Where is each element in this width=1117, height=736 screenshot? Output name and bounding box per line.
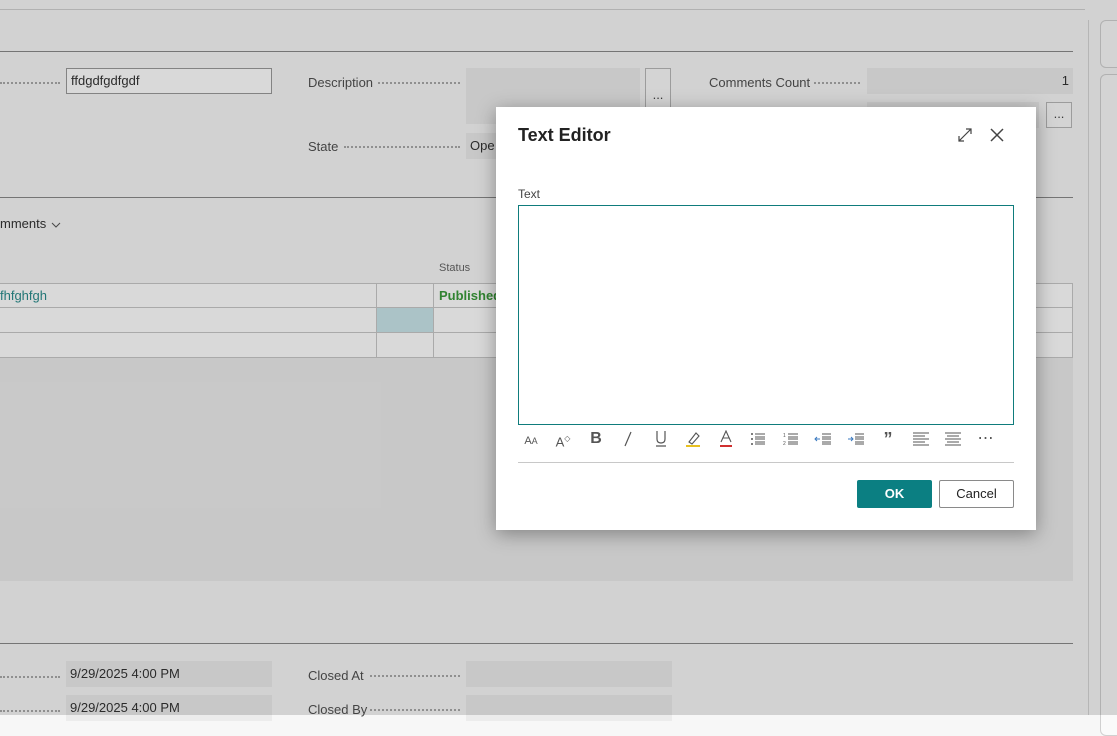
close-icon[interactable]: [989, 127, 1005, 143]
italic-icon[interactable]: [615, 429, 641, 449]
rich-text-editor[interactable]: [518, 205, 1014, 425]
bold-icon[interactable]: B: [583, 429, 609, 449]
expand-icon[interactable]: [957, 127, 973, 143]
svg-text:2: 2: [783, 441, 786, 446]
highlight-icon[interactable]: [680, 429, 706, 449]
dialog-title: Text Editor: [518, 125, 611, 145]
font-color-icon[interactable]: [713, 429, 739, 449]
formatting-toolbar: AA A◇ B 12 ” ⋯: [518, 429, 1014, 450]
text-field-label: Text: [518, 187, 541, 201]
quote-icon[interactable]: ”: [875, 429, 901, 449]
bullet-list-icon[interactable]: [745, 429, 771, 449]
numbered-list-icon[interactable]: 12: [778, 429, 804, 449]
align-center-icon[interactable]: [940, 429, 966, 449]
align-left-icon[interactable]: [908, 429, 934, 449]
outdent-icon[interactable]: [810, 429, 836, 449]
indent-icon[interactable]: [843, 429, 869, 449]
text-editor-dialog: Text Editor Text AA A◇ B 12 ” ⋯ OK Cance…: [496, 107, 1036, 530]
font-size-icon[interactable]: AA: [518, 429, 544, 449]
underline-icon[interactable]: [648, 429, 674, 449]
font-style-icon[interactable]: A◇: [550, 429, 576, 450]
dialog-separator: [518, 462, 1014, 463]
svg-text:1: 1: [783, 433, 786, 439]
ok-button[interactable]: OK: [857, 480, 932, 508]
more-icon[interactable]: ⋯: [973, 429, 999, 449]
cancel-button[interactable]: Cancel: [939, 480, 1014, 508]
